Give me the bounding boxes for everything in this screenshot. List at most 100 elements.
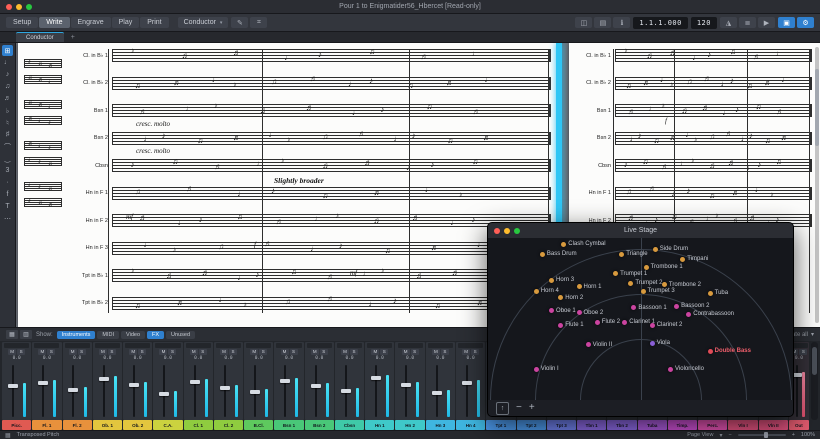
stage-instrument-trumpet-1[interactable]: Trumpet 1 bbox=[613, 271, 647, 277]
stage-instrument-oboe-2[interactable]: Oboe 2 bbox=[577, 310, 604, 316]
insert-slot[interactable] bbox=[337, 343, 362, 348]
fader-handle[interactable] bbox=[220, 386, 230, 390]
mute-button[interactable]: M bbox=[341, 349, 349, 355]
staff-lines[interactable]: ♪♫♬♩♪♫♬♩♪♫♬♩ bbox=[112, 269, 551, 282]
stage-instrument-side-drum[interactable]: Side Drum bbox=[653, 246, 688, 252]
insert-slot[interactable] bbox=[216, 343, 241, 348]
mute-button[interactable]: M bbox=[220, 349, 228, 355]
insert-slot[interactable] bbox=[276, 343, 301, 348]
channel-name-chip[interactable]: Timp. bbox=[668, 420, 697, 430]
beamed-notes-icon[interactable]: ♫ bbox=[2, 81, 13, 92]
tie-icon[interactable]: ‿ bbox=[2, 153, 13, 164]
master-channel-chip[interactable]: Out bbox=[789, 420, 809, 430]
mode-button-play[interactable]: Play bbox=[112, 17, 140, 28]
channel-name-chip[interactable]: Tpt 2 bbox=[517, 420, 546, 430]
flat-icon[interactable]: ♭ bbox=[2, 105, 13, 116]
insert-slot[interactable] bbox=[65, 343, 90, 348]
mixer-icon[interactable]: ≣ bbox=[739, 17, 756, 28]
mute-button[interactable]: M bbox=[99, 349, 107, 355]
solo-button[interactable]: S bbox=[290, 349, 298, 355]
stage-instrument-flute-2[interactable]: Flute 2 bbox=[595, 319, 620, 325]
insert-slot[interactable] bbox=[307, 343, 332, 348]
close-window-icon[interactable] bbox=[494, 228, 500, 234]
channel-name-chip[interactable]: Cl. 2 bbox=[214, 420, 243, 430]
solo-button[interactable]: S bbox=[229, 349, 237, 355]
channel-name-chip[interactable]: Tpt 1 bbox=[486, 420, 515, 430]
mute-button[interactable]: M bbox=[281, 349, 289, 355]
solo-button[interactable]: S bbox=[471, 349, 479, 355]
staff-lines[interactable]: ♩♪♫♬♩♪♫♬♩ bbox=[112, 242, 551, 255]
channel-name-chip[interactable]: Fl. 2 bbox=[63, 420, 92, 430]
channel-name-chip[interactable]: Hn 2 bbox=[395, 420, 424, 430]
note-input-icon[interactable]: ✎ bbox=[231, 17, 248, 28]
channel-name-chip[interactable]: Tbn 2 bbox=[607, 420, 636, 430]
zoom-out-button[interactable]: − bbox=[728, 432, 731, 438]
fader-handle[interactable] bbox=[159, 392, 169, 396]
zoom-slider[interactable] bbox=[738, 434, 786, 436]
window-layout-icon[interactable]: ◫ bbox=[575, 17, 592, 28]
mute-button[interactable]: M bbox=[250, 349, 258, 355]
fader-handle[interactable] bbox=[68, 388, 78, 392]
fader-handle[interactable] bbox=[38, 381, 48, 385]
natural-icon[interactable]: ♮ bbox=[2, 117, 13, 128]
grace-note-icon[interactable]: · bbox=[2, 177, 13, 188]
channel-name-chip[interactable]: B.Cl. bbox=[244, 420, 273, 430]
solo-button[interactable]: S bbox=[108, 349, 116, 355]
mute-button[interactable]: M bbox=[69, 349, 77, 355]
channel-name-chip[interactable]: Tpt 3 bbox=[547, 420, 576, 430]
insert-slot[interactable] bbox=[125, 343, 150, 348]
insert-slot[interactable] bbox=[95, 343, 120, 348]
stage-instrument-bassoon-2[interactable]: Bassoon 2 bbox=[674, 303, 709, 309]
tab-conductor[interactable]: Conductor bbox=[16, 32, 64, 42]
minimize-window-icon[interactable] bbox=[504, 228, 510, 234]
live-stage-window[interactable]: Live Stage Bass DrumClash CymbalTriangle… bbox=[487, 222, 794, 417]
video-icon[interactable]: ▣ bbox=[778, 17, 795, 28]
staff-lines[interactable]: ♬♩♪♫♬♩♪♫♬ bbox=[112, 104, 551, 117]
solo-button[interactable]: S bbox=[350, 349, 358, 355]
solo-button[interactable]: S bbox=[47, 349, 55, 355]
stage-instrument-oboe-1[interactable]: Oboe 1 bbox=[549, 308, 576, 314]
metronome-icon[interactable]: ◮ bbox=[720, 17, 737, 28]
channel-name-chip[interactable]: Hn 3 bbox=[426, 420, 455, 430]
mixer-filter-fx[interactable]: FX bbox=[147, 331, 164, 339]
panels-icon[interactable]: ▤ bbox=[594, 17, 611, 28]
fader-handle[interactable] bbox=[432, 391, 442, 395]
mute-button[interactable]: M bbox=[462, 349, 470, 355]
settings-icon[interactable]: ⚙ bbox=[797, 17, 814, 28]
more-tools-icon[interactable]: ⋯ bbox=[2, 213, 13, 224]
staff-lines[interactable]: ♪♫♬♩♪♫♬♩♪♫ bbox=[112, 159, 551, 172]
fader-handle[interactable] bbox=[250, 390, 260, 394]
play-icon[interactable]: ▶ bbox=[758, 17, 775, 28]
zoom-in-button[interactable]: + bbox=[792, 432, 795, 438]
solo-button[interactable]: S bbox=[17, 349, 25, 355]
staff-lines[interactable]: ♪♫♬♩♪♫♬♩ bbox=[615, 49, 812, 62]
mute-button[interactable]: M bbox=[432, 349, 440, 355]
add-tab-button[interactable]: + bbox=[66, 33, 80, 42]
mode-button-engrave[interactable]: Engrave bbox=[71, 17, 111, 28]
mode-button-write[interactable]: Write bbox=[39, 17, 69, 28]
solo-button[interactable]: S bbox=[441, 349, 449, 355]
dynamics-icon[interactable]: f bbox=[2, 189, 13, 200]
channel-name-chip[interactable]: Picc. bbox=[2, 420, 31, 430]
live-stage-canvas[interactable]: Bass DrumClash CymbalTriangleSide DrumTi… bbox=[488, 238, 793, 400]
staff-lines[interactable]: ♫♬♩♪♫♬♩♪♫♬♩ bbox=[615, 77, 812, 90]
mute-button[interactable]: M bbox=[311, 349, 319, 355]
insert-icon[interactable]: ⌗ bbox=[250, 17, 267, 28]
mode-button-setup[interactable]: Setup bbox=[6, 17, 38, 28]
mute-button[interactable]: M bbox=[129, 349, 137, 355]
stage-instrument-violoncello[interactable]: Violoncello bbox=[668, 366, 704, 372]
score-scrollbar[interactable] bbox=[815, 47, 819, 323]
sharp-icon[interactable]: ♯ bbox=[2, 129, 13, 140]
fader-handle[interactable] bbox=[190, 380, 200, 384]
channel-name-chip[interactable]: Tuba bbox=[638, 420, 667, 430]
solo-button[interactable]: S bbox=[320, 349, 328, 355]
stage-instrument-trombone-2[interactable]: Trombone 2 bbox=[662, 282, 701, 288]
stage-instrument-bassoon-1[interactable]: Bassoon 1 bbox=[631, 305, 666, 311]
insert-slot[interactable] bbox=[186, 343, 211, 348]
stage-instrument-bass-drum[interactable]: Bass Drum bbox=[540, 251, 577, 257]
fader-handle[interactable] bbox=[311, 384, 321, 388]
mixer-scrollbar[interactable] bbox=[811, 342, 818, 420]
staff-lines[interactable]: ♪♫♬♩♪♫♬♩ bbox=[112, 49, 551, 62]
pointer-tool-icon[interactable]: ⊞ bbox=[2, 45, 13, 56]
stage-zoom-out-button[interactable]: − bbox=[516, 403, 522, 413]
